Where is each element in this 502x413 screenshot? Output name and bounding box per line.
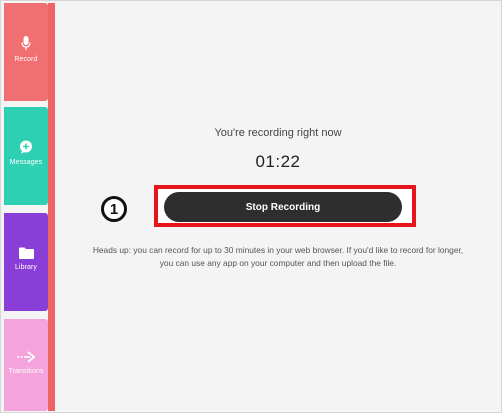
app-window: Record Messages Library Transitions You'… bbox=[0, 0, 502, 413]
recording-limit-note: Heads up: you can record for up to 30 mi… bbox=[65, 244, 491, 270]
note-line: you can use any app on your computer and… bbox=[159, 258, 397, 268]
arrow-right-icon bbox=[17, 351, 35, 363]
step-number-badge: 1 bbox=[101, 196, 127, 222]
microphone-icon bbox=[21, 36, 31, 51]
sidebar-item-label: Messages bbox=[9, 159, 43, 166]
recording-panel: You're recording right now 01:22 Stop Re… bbox=[55, 3, 501, 411]
sidebar-item-label: Library bbox=[14, 264, 38, 271]
sidebar-item-record[interactable]: Record bbox=[4, 3, 48, 101]
sidebar-item-label: Transitions bbox=[8, 368, 44, 375]
note-line: Heads up: you can record for up to 30 mi… bbox=[92, 245, 464, 255]
recording-status: You're recording right now bbox=[214, 127, 342, 139]
active-panel-indicator bbox=[48, 3, 55, 411]
folder-icon bbox=[18, 247, 34, 259]
sidebar-item-messages[interactable]: Messages bbox=[4, 107, 48, 205]
sidebar: Record Messages Library Transitions bbox=[4, 3, 48, 411]
sidebar-item-library[interactable]: Library bbox=[4, 213, 48, 311]
stop-recording-button[interactable]: Stop Recording bbox=[164, 192, 402, 222]
sidebar-item-transitions[interactable]: Transitions bbox=[4, 319, 48, 411]
sidebar-item-label: Record bbox=[14, 56, 38, 63]
chat-plus-icon bbox=[19, 140, 33, 154]
recording-timer: 01:22 bbox=[255, 152, 301, 171]
